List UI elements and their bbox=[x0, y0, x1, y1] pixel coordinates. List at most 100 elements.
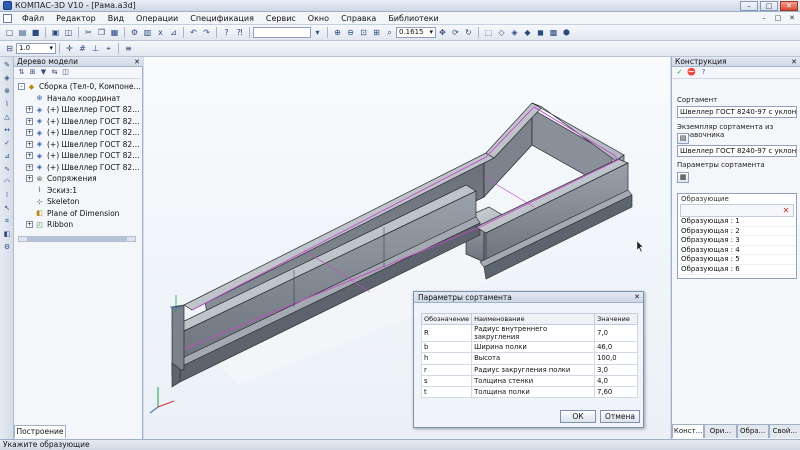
cell-value[interactable]: 4,0 bbox=[594, 374, 638, 388]
context-help-icon[interactable]: ⁈ bbox=[234, 27, 245, 38]
measure-tool-icon[interactable]: ⊿ bbox=[2, 151, 12, 161]
expand-icon[interactable]: + bbox=[26, 175, 33, 183]
menu-service[interactable]: Сервис bbox=[260, 14, 302, 23]
tree-item[interactable]: + ⊗ Сопряжения bbox=[14, 173, 143, 185]
ok-button[interactable]: ОК bbox=[560, 410, 596, 423]
variables-icon[interactable]: x bbox=[155, 27, 166, 38]
cell-value[interactable]: 7,60 bbox=[594, 386, 638, 399]
components-icon[interactable]: ◈ bbox=[2, 73, 12, 83]
menu-view[interactable]: Вид bbox=[102, 14, 130, 23]
cut-icon[interactable]: ✂ bbox=[83, 27, 94, 38]
edit-assembly-icon[interactable]: ✎ bbox=[2, 60, 12, 70]
menu-operations[interactable]: Операции bbox=[130, 14, 184, 23]
perspective-icon[interactable]: ⬢ bbox=[561, 27, 572, 38]
table-row[interactable]: r Радиус закругления полки 3,0 bbox=[420, 363, 638, 376]
close-icon[interactable]: ✕ bbox=[791, 57, 797, 67]
list-item[interactable]: Образующая : 6 bbox=[678, 265, 796, 275]
list-item[interactable]: Образующая : 1 bbox=[678, 217, 796, 227]
table-row[interactable]: h Высота 100,0 bbox=[420, 352, 638, 365]
arrays-icon[interactable]: ⁞ bbox=[2, 190, 12, 200]
tree-item[interactable]: +◈ (+) Швеллер ГОСТ 8240-97 bbox=[14, 127, 143, 139]
tree-structure-icon[interactable]: ⊞ bbox=[28, 68, 37, 77]
sketch-tool-icon[interactable]: ⌇ bbox=[2, 99, 12, 109]
expand-icon[interactable]: + bbox=[26, 106, 33, 114]
delete-icon[interactable]: ✕ bbox=[781, 206, 791, 216]
cell-value[interactable]: 46,0 bbox=[594, 340, 638, 354]
tree-item[interactable]: +◈ (+) Швеллер ГОСТ 8240-97 bbox=[14, 150, 143, 162]
close-icon[interactable]: ✕ bbox=[634, 292, 640, 303]
menu-specification[interactable]: Спецификация bbox=[184, 14, 260, 23]
tree-item[interactable]: ⊕ Начало координат bbox=[14, 93, 143, 105]
sheet-metal-icon[interactable]: ◧ bbox=[2, 229, 12, 239]
print-preview-icon[interactable]: ◫ bbox=[63, 27, 74, 38]
list-item[interactable]: Образующая : 3 bbox=[678, 236, 796, 246]
tree-item[interactable]: +◈ (+) Швеллер ГОСТ 8240-97 bbox=[14, 139, 143, 151]
tree-relations-icon[interactable]: ⇆ bbox=[50, 68, 59, 77]
close-icon[interactable]: ✕ bbox=[134, 57, 140, 67]
cell-value[interactable]: 7,0 bbox=[594, 324, 638, 342]
document-icon[interactable] bbox=[3, 14, 12, 23]
rotate-icon[interactable]: ⟳ bbox=[450, 27, 461, 38]
select-icon[interactable]: ↖ bbox=[2, 203, 12, 213]
tree-item[interactable]: +◈ (+) Швеллер ГОСТ 8240-97 bbox=[14, 116, 143, 128]
tree-order-icon[interactable]: ⇅ bbox=[17, 68, 26, 77]
geometry-icon[interactable]: △ bbox=[2, 112, 12, 122]
mates-icon[interactable]: ⊗ bbox=[2, 86, 12, 96]
list-item[interactable]: Образующая : 2 bbox=[678, 227, 796, 237]
menu-help[interactable]: Справка bbox=[335, 14, 382, 23]
library-icon[interactable]: ▤ bbox=[677, 133, 689, 144]
copy-icon[interactable]: ❐ bbox=[96, 27, 107, 38]
spatial-curves-icon[interactable]: ∿ bbox=[2, 164, 12, 174]
doc-close-button[interactable]: ✕ bbox=[786, 13, 798, 23]
tree-item[interactable]: ⌇ Эскиз:1 bbox=[14, 185, 143, 197]
tab-construction[interactable]: Конст... bbox=[672, 424, 705, 438]
tree-item[interactable]: + ◰ Ribbon bbox=[14, 219, 143, 231]
apply-icon[interactable]: ✓ bbox=[675, 68, 684, 77]
cancel-button[interactable]: Отмена bbox=[600, 410, 640, 423]
metal-frame-icon[interactable]: ⌗ bbox=[2, 216, 12, 226]
shaded-edges-icon[interactable]: ▩ bbox=[548, 27, 559, 38]
tree-item[interactable]: -◆ Сборка (Тел-0, Компонентов-6) bbox=[14, 81, 143, 93]
expand-icon[interactable]: + bbox=[26, 129, 33, 137]
cell-value[interactable]: 100,0 bbox=[594, 352, 638, 365]
expand-icon[interactable]: + bbox=[26, 152, 33, 160]
zoom-scale-icon[interactable]: ⌕ bbox=[384, 27, 395, 38]
surfaces-icon[interactable]: ◠ bbox=[2, 177, 12, 187]
properties-icon[interactable]: ⚙ bbox=[129, 27, 140, 38]
expand-icon[interactable]: + bbox=[26, 117, 33, 125]
maximize-button[interactable]: □ bbox=[760, 1, 778, 11]
expand-icon[interactable]: + bbox=[26, 140, 33, 148]
library-instance-field[interactable]: Швеллер ГОСТ 8240-97 с уклоном bbox=[677, 145, 797, 157]
table-row[interactable]: b Ширина полки 46,0 bbox=[420, 340, 638, 354]
zoom-field[interactable]: 0.1615 ▾ bbox=[396, 27, 436, 38]
grid-icon[interactable]: # bbox=[77, 43, 88, 54]
tab-orientation[interactable]: Ори... bbox=[704, 424, 737, 438]
table-row[interactable]: R Радиус внутреннего закругления 7,0 bbox=[420, 324, 638, 342]
halftone-icon[interactable]: ◆ bbox=[522, 27, 533, 38]
tree-window-icon[interactable]: ◫ bbox=[61, 68, 70, 77]
list-item[interactable]: Образующая : 5 bbox=[678, 255, 796, 265]
zoom-in-icon[interactable]: ⊕ bbox=[332, 27, 343, 38]
sortament-select[interactable]: Швеллер ГОСТ 8240-97 с уклоном bbox=[677, 106, 797, 118]
new-file-icon[interactable]: ▢ bbox=[4, 27, 15, 38]
measure-icon[interactable]: ⊿ bbox=[168, 27, 179, 38]
expand-icon[interactable]: + bbox=[26, 221, 33, 229]
filter-icon[interactable]: ▾ bbox=[312, 27, 323, 38]
shaded-icon[interactable]: ◼ bbox=[535, 27, 546, 38]
library-icon[interactable]: ▥ bbox=[142, 27, 153, 38]
menu-libraries[interactable]: Библиотеки bbox=[382, 14, 444, 23]
expand-icon[interactable]: + bbox=[26, 163, 33, 171]
menu-window[interactable]: Окно bbox=[302, 14, 335, 23]
ortho-icon[interactable]: ⊥ bbox=[90, 43, 101, 54]
wireframe-icon[interactable]: ◇ bbox=[496, 27, 507, 38]
help-icon[interactable]: ? bbox=[699, 68, 708, 77]
tree-horizontal-scrollbar[interactable] bbox=[18, 236, 136, 242]
params-table-icon[interactable]: ▦ bbox=[677, 172, 689, 183]
zoom-out-icon[interactable]: ⊖ bbox=[345, 27, 356, 38]
hidden-lines-icon[interactable]: ◈ bbox=[509, 27, 520, 38]
doc-restore-button[interactable]: □ bbox=[772, 13, 784, 23]
tree-item[interactable]: +◈ (+) Швеллер ГОСТ 8240-97 bbox=[14, 104, 143, 116]
tab-construction[interactable]: Построение bbox=[14, 425, 66, 438]
stop-icon[interactable]: ⛔ bbox=[687, 68, 696, 77]
mechanics-icon[interactable]: ⚙ bbox=[2, 242, 12, 252]
